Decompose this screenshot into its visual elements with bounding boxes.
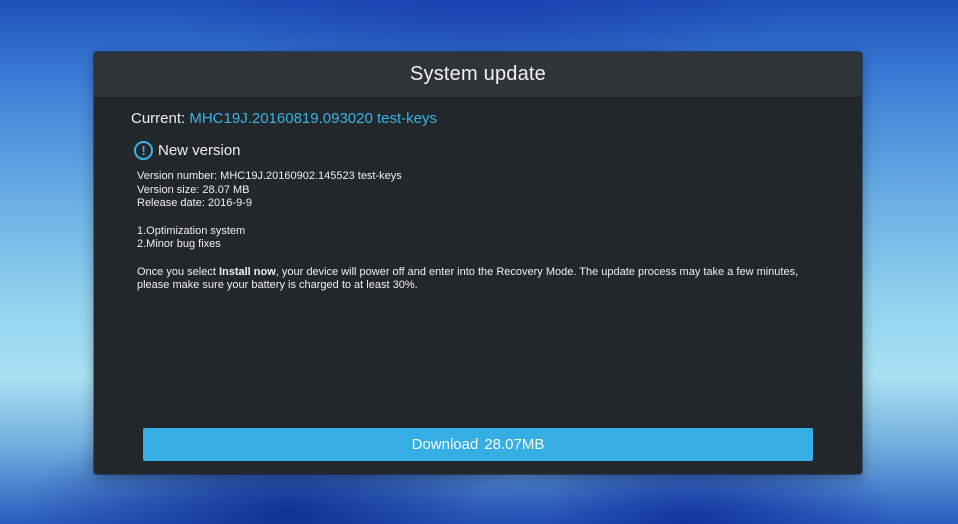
version-size: Version size: 28.07 MB [137, 183, 250, 196]
info-icon: ! [134, 141, 153, 160]
download-button[interactable]: Download 28.07MB [143, 428, 813, 461]
current-version-value: MHC19J.20160819.093020 test-keys [189, 110, 438, 127]
change-item: 1.Optimization system [137, 224, 246, 237]
notice-install-now: Install now [218, 265, 276, 278]
current-version: Current: MHC19J.20160819.093020 test-key… [131, 110, 437, 127]
dialog-title: System update [409, 63, 546, 85]
notice-prefix: Once you select [137, 265, 219, 278]
update-details: Version number: MHC19J.20160902.145523 t… [137, 170, 827, 293]
download-label: Download [411, 436, 479, 453]
new-version-label: New version [158, 142, 241, 159]
system-update-dialog: System update Current: MHC19J.20160819.0… [94, 52, 862, 474]
change-item: 2.Minor bug fixes [137, 238, 221, 250]
release-date: Release date: 2016-9-9 [137, 197, 252, 209]
download-size: 28.07MB [484, 436, 545, 453]
version-number: Version number: MHC19J.20160902.145523 t… [137, 170, 402, 182]
new-version-heading: ! New version [134, 141, 241, 160]
install-notice: Once you select Install now, your device… [137, 266, 827, 293]
dialog-header: System update [94, 52, 862, 98]
current-version-label: Current: [131, 110, 190, 127]
